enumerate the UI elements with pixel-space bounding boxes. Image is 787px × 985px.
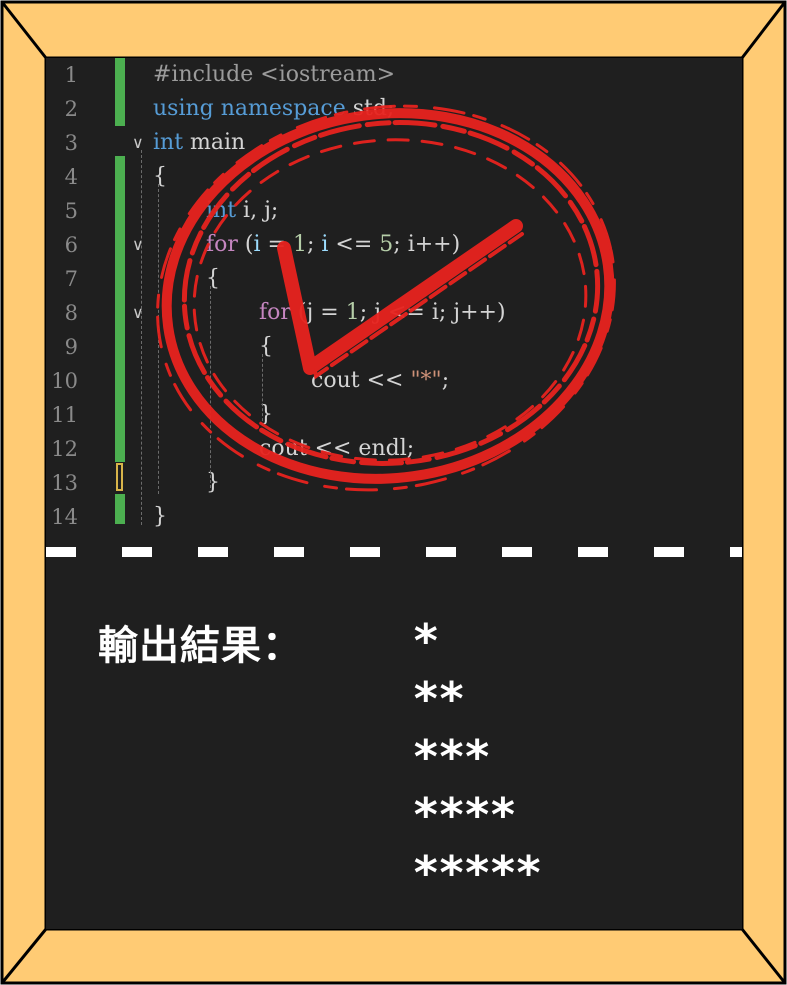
code-line: 11} [46, 398, 742, 432]
code-text: for (j = 1; j <= i; j++) [259, 296, 506, 330]
code-token: for [259, 300, 298, 325]
code-line: 12 cout << endl; [46, 432, 742, 466]
line-number: 9 [64, 335, 78, 359]
line-number: 6 [64, 233, 78, 257]
indent-guide [141, 150, 142, 525]
code-line: 5 int i, j; [46, 194, 742, 228]
code-token: int [206, 198, 244, 223]
code-token: <= [328, 232, 380, 257]
line-number: 13 [51, 471, 78, 495]
output-row: *** [412, 730, 491, 784]
line-number: 1 [64, 63, 78, 87]
line-number: 12 [51, 437, 78, 461]
code-token: } [153, 504, 167, 529]
modified-gutter-bar [115, 494, 125, 524]
code-line: 4{ [46, 160, 742, 194]
code-token: ; j <= i; j++) [359, 300, 506, 325]
output-row: ** [412, 672, 465, 726]
dashed-divider [46, 547, 742, 557]
code-line: 8 ∨ for (j = 1; j <= i; j++) [46, 296, 742, 330]
line-number: 7 [64, 267, 78, 291]
code-line: 14} [46, 500, 742, 534]
code-text: #include <iostream> [153, 58, 395, 92]
code-text: { [153, 160, 167, 194]
code-token: { [206, 266, 220, 291]
code-text: cout << endl; [259, 432, 414, 466]
code-token: (j = [297, 300, 346, 325]
code-token: ; [393, 232, 408, 257]
code-token: std; [352, 96, 395, 121]
code-token: 1 [292, 232, 307, 257]
framed-board: 1 #include <iostream> 2 using namespace std… [0, 0, 787, 985]
code-line: 10 cout << "*"; [46, 364, 742, 398]
code-token: #include <iostream> [153, 62, 396, 87]
modified-gutter-bar [115, 58, 125, 126]
code-token: ; [441, 368, 450, 393]
code-token: i [253, 232, 261, 257]
code-line: 7{ [46, 262, 742, 296]
code-token: } [206, 470, 220, 495]
code-line: 3 ∨ int main [46, 126, 742, 160]
output-label: 輸出結果： [98, 623, 303, 669]
line-number: 11 [51, 403, 78, 427]
code-token: main [190, 130, 246, 155]
indent-guide [158, 184, 159, 494]
code-text: cout << "*"; [311, 364, 449, 398]
code-token: cout << [311, 368, 411, 393]
code-token: using [153, 96, 221, 121]
line-number: 2 [64, 97, 78, 121]
cursor-marker [116, 463, 123, 491]
code-token: i, j; [243, 198, 279, 223]
code-text: for (i = 1; i <= 5; i++) [206, 228, 460, 262]
code-line: 6 ∨ for (i = 1; i <= 5; i++) [46, 228, 742, 262]
output-row: ***** [412, 846, 542, 900]
code-text: { [206, 262, 220, 296]
output-row: * [412, 614, 440, 668]
line-number: 14 [51, 505, 78, 529]
code-line: 1 #include <iostream> [46, 58, 742, 92]
code-board: 1 #include <iostream> 2 using namespace std… [46, 58, 742, 929]
code-line: 2 using namespace std; [46, 92, 742, 126]
code-token: for [206, 232, 245, 257]
line-number: 8 [64, 301, 78, 325]
indent-guide [210, 286, 211, 488]
indent-guide [262, 354, 263, 426]
code-token: cout << endl; [259, 436, 415, 461]
code-text: using namespace std; [153, 92, 394, 126]
code-token: 1 [345, 300, 360, 325]
code-text: int main [153, 126, 245, 160]
code-text: int i, j; [206, 194, 278, 228]
code-token: { [153, 164, 167, 189]
output-row: **** [412, 788, 517, 842]
code-token: ( [244, 232, 254, 257]
code-line: 9{ [46, 330, 742, 364]
line-number: 3 [64, 131, 78, 155]
code-token: int [153, 130, 191, 155]
modified-gutter-bar [115, 156, 125, 462]
line-number: 10 [51, 369, 78, 393]
code-token: i++) [407, 232, 461, 257]
code-token: ; [306, 232, 322, 257]
line-number: 4 [64, 165, 78, 189]
code-line: 13} [46, 466, 742, 500]
code-token: = [260, 232, 293, 257]
code-token: 5 [379, 232, 394, 257]
code-token: "*" [410, 368, 442, 393]
code-token: namespace [220, 96, 353, 121]
code-text: } [206, 466, 220, 500]
line-number: 5 [64, 199, 78, 223]
code-text: } [153, 500, 167, 534]
